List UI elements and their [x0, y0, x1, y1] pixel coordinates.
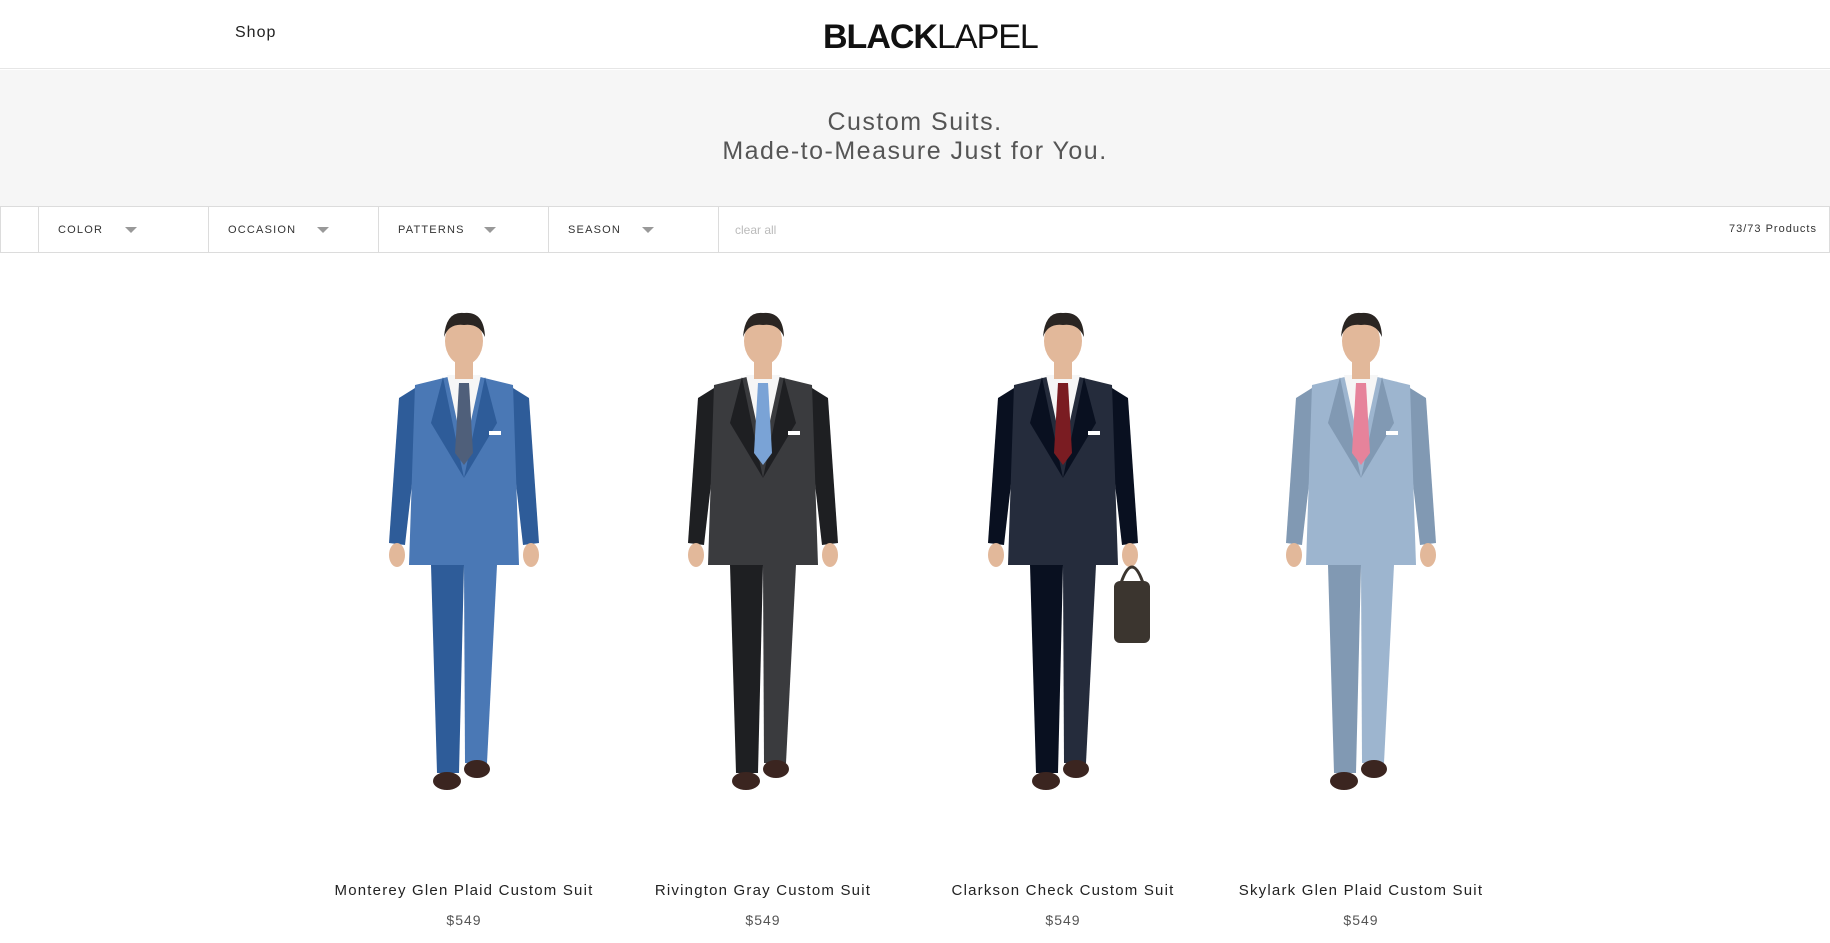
product-image[interactable] — [918, 303, 1208, 838]
left-trouser-leg — [431, 565, 464, 773]
briefcase-handle — [1119, 565, 1145, 584]
pocket-square — [489, 431, 501, 435]
right-trouser-leg — [1063, 565, 1096, 763]
filter-occasion-label: OCCASION — [228, 224, 297, 236]
filter-occasion-dropdown[interactable]: OCCASION — [209, 207, 379, 252]
product-name[interactable]: Monterey Glen Plaid Custom Suit — [319, 882, 609, 899]
product-image[interactable] — [1216, 303, 1506, 838]
product-price: $549 — [1343, 912, 1379, 928]
suit-model-figure — [389, 312, 539, 790]
product-price: $549 — [1045, 912, 1081, 928]
right-hand — [523, 543, 539, 567]
left-trouser-leg — [730, 565, 763, 773]
right-shoe — [1361, 760, 1387, 778]
product-card[interactable]: Monterey Glen Plaid Custom Suit $549 — [319, 253, 609, 943]
logo-bold-text: BLACK — [823, 18, 938, 56]
left-hand — [688, 543, 704, 567]
product-count: 73/73 Products — [1729, 223, 1817, 235]
clear-all-filters-link[interactable]: clear all — [735, 223, 776, 237]
pocket-square — [1088, 431, 1100, 435]
product-name[interactable]: Rivington Gray Custom Suit — [618, 882, 908, 899]
suit-model-figure — [988, 312, 1150, 790]
left-hand — [988, 543, 1004, 567]
product-grid: Monterey Glen Plaid Custom Suit $549 Riv… — [0, 253, 1830, 943]
pocket-square — [1386, 431, 1398, 435]
site-header: Shop BLACKLAPEL — [0, 0, 1830, 69]
left-hand — [1286, 543, 1302, 567]
right-shoe — [1063, 760, 1089, 778]
hero-headline: Custom Suits. — [827, 108, 1003, 136]
right-hand — [822, 543, 838, 567]
filter-color-label: COLOR — [58, 224, 104, 236]
chevron-down-icon — [125, 227, 137, 233]
product-name[interactable]: Clarkson Check Custom Suit — [918, 882, 1208, 899]
right-hand — [1122, 543, 1138, 567]
suit-model-figure — [688, 312, 838, 790]
right-trouser-leg — [763, 565, 796, 763]
chevron-down-icon — [484, 227, 496, 233]
left-shoe — [732, 772, 760, 790]
product-card[interactable]: Rivington Gray Custom Suit $549 — [618, 253, 908, 943]
left-shoe — [1032, 772, 1060, 790]
briefcase — [1114, 581, 1150, 643]
product-image[interactable] — [618, 303, 908, 838]
product-card[interactable]: Skylark Glen Plaid Custom Suit $549 — [1216, 253, 1506, 943]
hero-subheadline: Made-to-Measure Just for You. — [722, 137, 1108, 165]
left-shoe — [433, 772, 461, 790]
logo-light-text: LAPEL — [936, 18, 1039, 56]
chevron-down-icon — [317, 227, 329, 233]
left-hand — [389, 543, 405, 567]
brand-logo[interactable]: BLACKLAPEL — [823, 18, 1039, 57]
pocket-square — [788, 431, 800, 435]
filter-season-dropdown[interactable]: SEASON — [549, 207, 719, 252]
product-price: $549 — [446, 912, 482, 928]
right-hand — [1420, 543, 1436, 567]
shop-nav-link[interactable]: Shop — [235, 24, 276, 42]
left-trouser-leg — [1030, 565, 1063, 773]
left-shoe — [1330, 772, 1358, 790]
product-name[interactable]: Skylark Glen Plaid Custom Suit — [1216, 882, 1506, 899]
product-card[interactable]: Clarkson Check Custom Suit $549 — [918, 253, 1208, 943]
product-image[interactable] — [319, 303, 609, 838]
filter-patterns-dropdown[interactable]: PATTERNS — [379, 207, 549, 252]
filter-season-label: SEASON — [568, 224, 622, 236]
right-trouser-leg — [1361, 565, 1394, 763]
filter-bar-lead-cell — [0, 207, 39, 252]
right-shoe — [763, 760, 789, 778]
filter-patterns-label: PATTERNS — [398, 224, 465, 236]
filter-bar: COLOR OCCASION PATTERNS SEASON clear all… — [0, 206, 1830, 253]
product-price: $549 — [745, 912, 781, 928]
suit-model-figure — [1286, 312, 1436, 790]
left-trouser-leg — [1328, 565, 1361, 773]
filter-color-dropdown[interactable]: COLOR — [39, 207, 209, 252]
chevron-down-icon — [642, 227, 654, 233]
hero-banner: Custom Suits. Made-to-Measure Just for Y… — [0, 70, 1830, 206]
right-shoe — [464, 760, 490, 778]
right-trouser-leg — [464, 565, 497, 763]
